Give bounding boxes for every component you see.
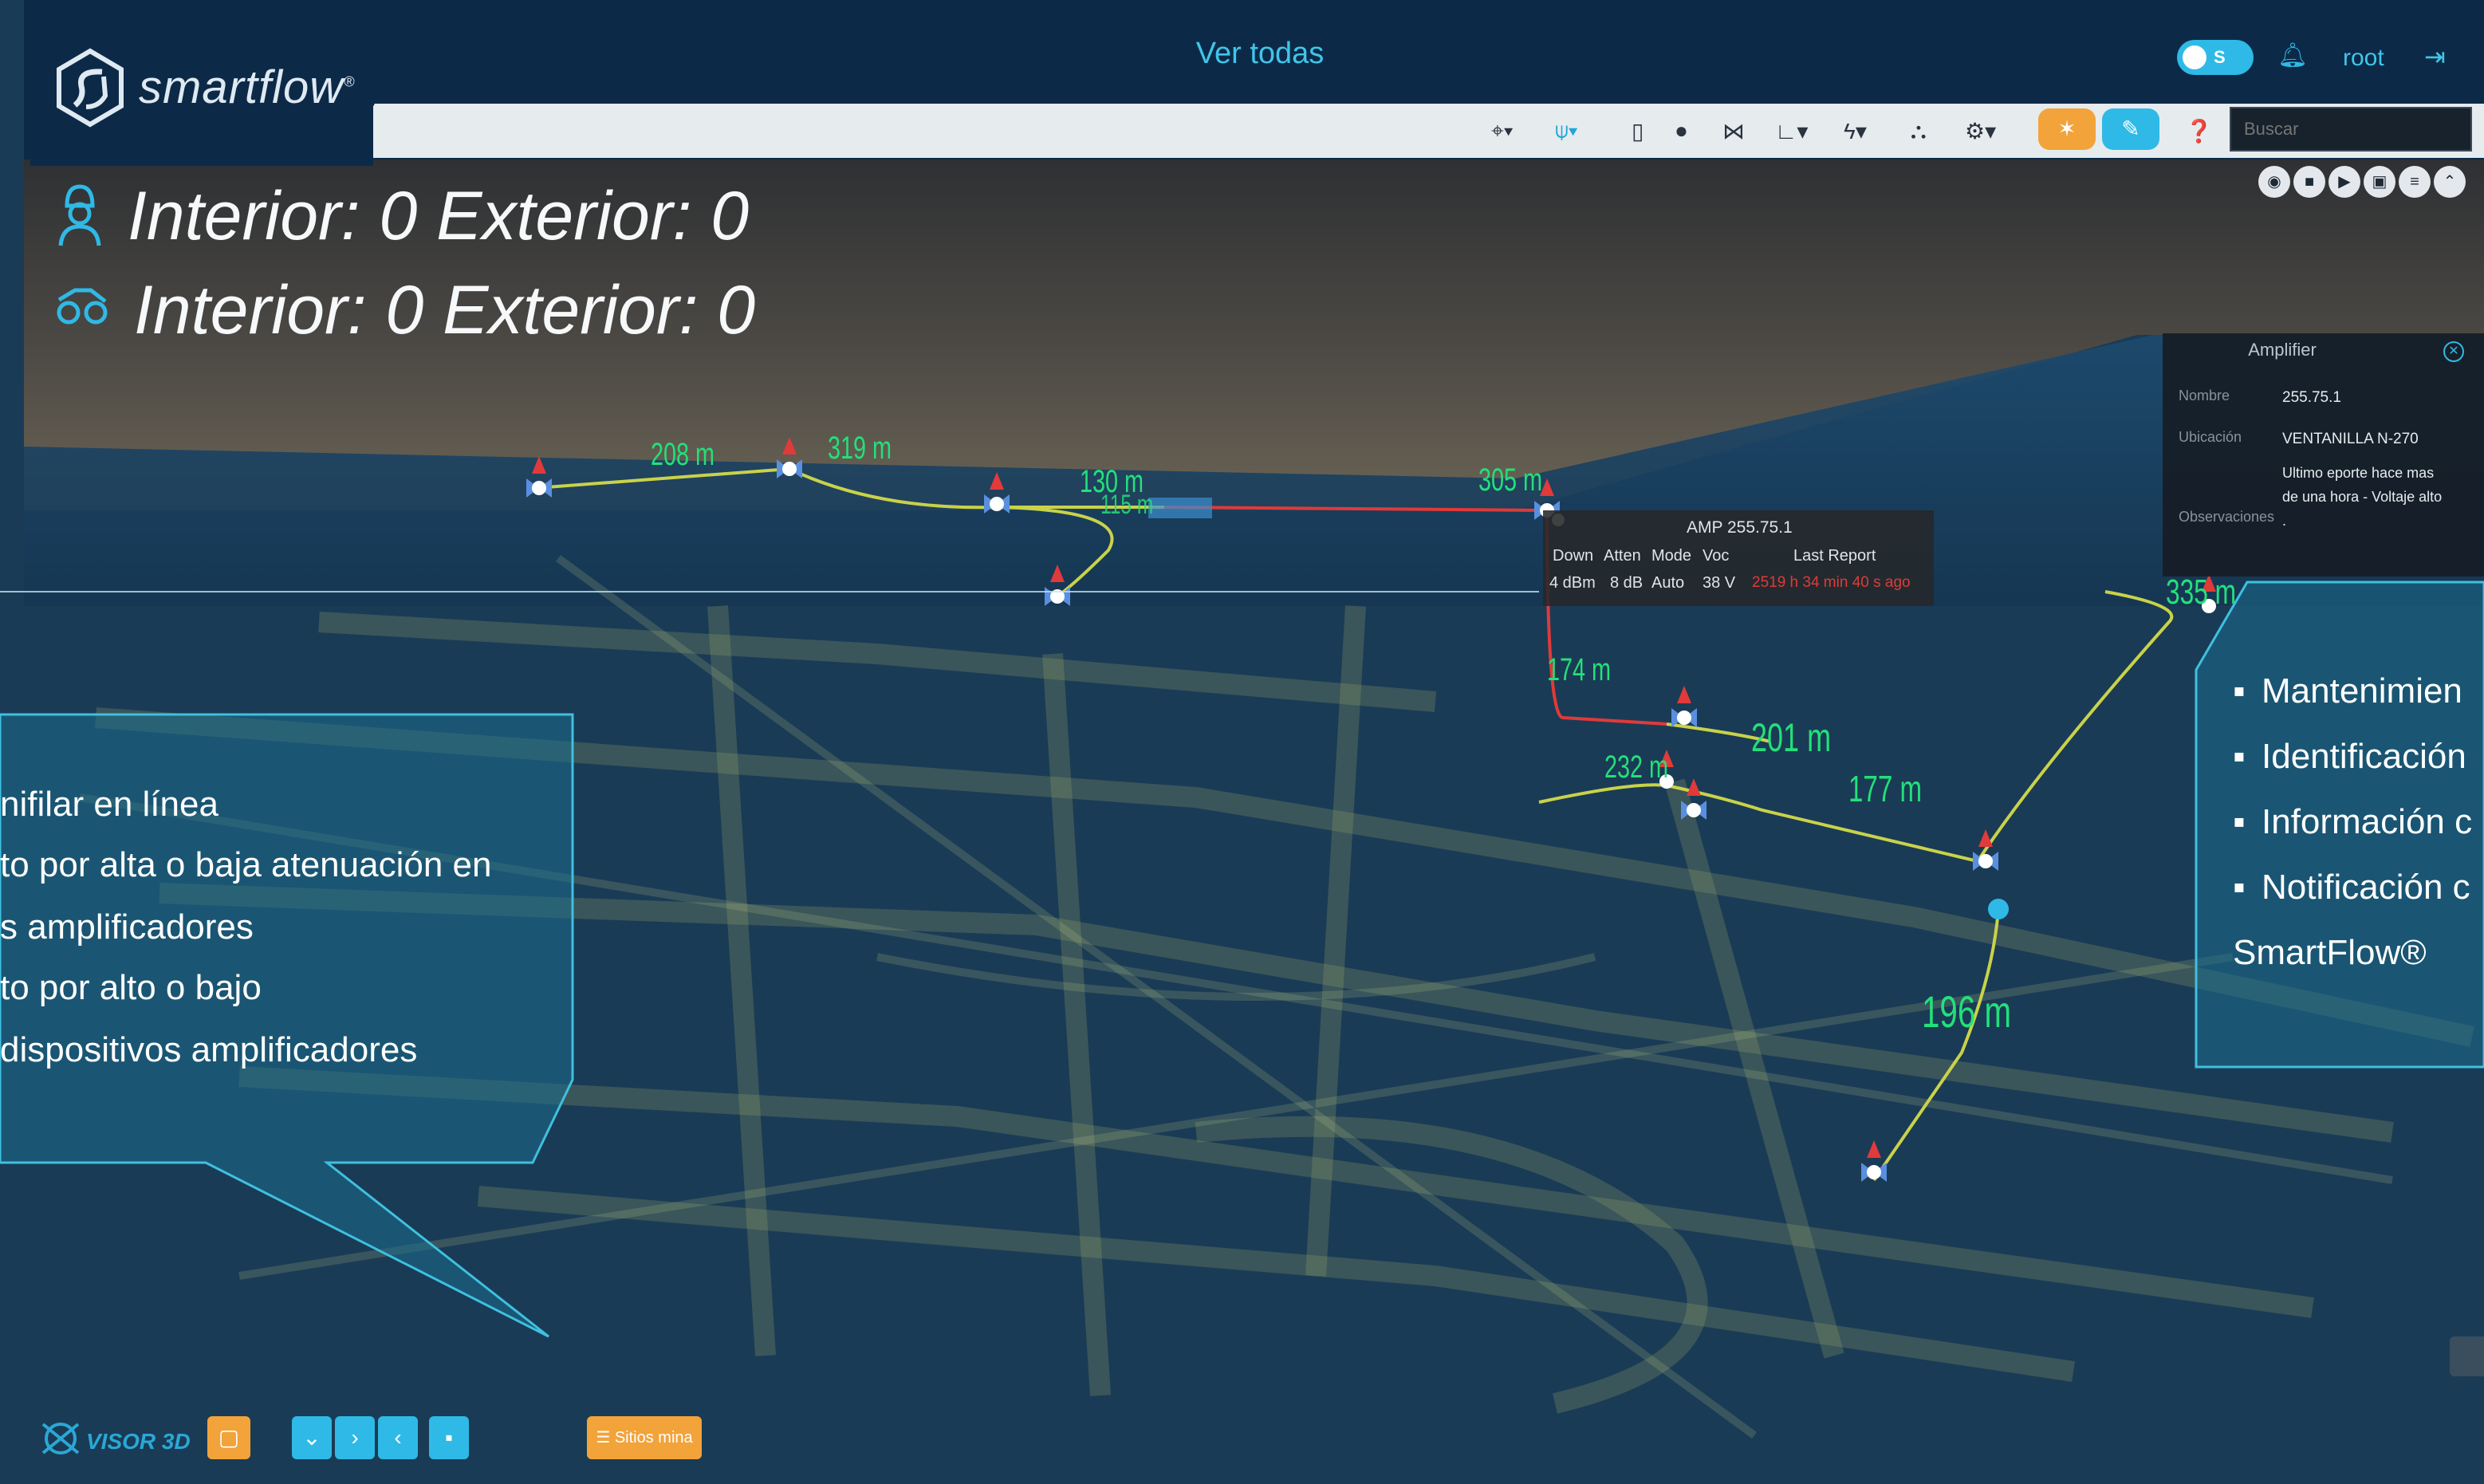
brand-name: smartflow® (139, 61, 355, 114)
antenna-icon[interactable]: ⍦▾ (1555, 118, 1578, 144)
distance-label: 177 m (1848, 768, 1923, 809)
right-bullet: Notificación c (2262, 868, 2470, 907)
right-bullet-marker: ▪ (2233, 671, 2246, 711)
right-bullet: Mantenimien (2262, 671, 2462, 711)
marker-icon[interactable]: ● (1675, 118, 1688, 144)
distance-label: 319 m (828, 431, 892, 466)
device-icon[interactable]: ▯ (1632, 118, 1644, 144)
obs-line: . (2282, 513, 2287, 529)
callout-line: dispositivos amplificadores (0, 1030, 418, 1069)
view-all-title[interactable]: Ver todas (1116, 37, 1403, 71)
list-circle-icon[interactable]: ≡ (2399, 166, 2431, 198)
amp-value-ubicacion[interactable]: VENTANILLA N-270 (2282, 431, 2419, 448)
hierarchy-icon[interactable]: ⛬ (1911, 118, 1927, 144)
location-pin-icon[interactable]: ⌖▾ (1491, 118, 1514, 144)
popup-value-voc: 38 V (1703, 574, 1736, 592)
amp-label-observaciones: Observaciones (2179, 509, 2275, 525)
person-action-button[interactable]: ✶ (2038, 108, 2096, 150)
download-button[interactable]: ⌄ (292, 1416, 332, 1459)
vehicle-icon (57, 288, 108, 325)
brand-name-text: smartflow (139, 61, 344, 113)
right-bullet: Identificación (2262, 737, 2466, 776)
distance-label: 201 m (1751, 715, 1832, 760)
amp-status-popup: AMP 255.75.1 Down Atten Mode Voc Last Re… (1543, 510, 1934, 606)
popup-value-last-report: 2519 h 34 min 40 s ago (1752, 574, 1911, 591)
map-toolbar (343, 104, 2484, 158)
user-name[interactable]: root (2343, 45, 2384, 72)
next-button[interactable]: › (335, 1416, 375, 1459)
popup-title: AMP 255.75.1 (1687, 518, 1793, 537)
amplifier-panel: Amplifier ✕ Nombre 255.75.1 Ubicación VE… (2163, 333, 2484, 577)
right-bullet-marker: ▪ (2233, 802, 2246, 841)
distance-label: 115 m (1100, 490, 1154, 520)
obs-line: de una hora - Voltaje alto (2282, 489, 2443, 505)
distance-label: 174 m (1547, 652, 1612, 687)
right-bullet: Información c (2262, 802, 2473, 841)
settings-icon[interactable]: ⚙▾ (1965, 118, 1996, 144)
amp-label-nombre: Nombre (2179, 388, 2230, 403)
topology-icon[interactable]: ⋈ (1722, 118, 1745, 144)
popup-value-atten: 8 dB (1610, 574, 1644, 592)
help-icon[interactable]: ❓ (2185, 118, 2213, 144)
amplifier-panel-title: Amplifier (2248, 340, 2317, 360)
amp-observaciones-field[interactable]: Ultimo eporte hace mas de una hora - Vol… (2282, 461, 2466, 533)
screen-circle-icon[interactable]: ▣ (2364, 166, 2395, 198)
popup-value-mode: Auto (1651, 574, 1685, 592)
toggle-knob (2183, 45, 2206, 69)
right-callout-footer: SmartFlow® (2233, 933, 2427, 972)
camera-circle-icon[interactable]: ▶ (2329, 166, 2360, 198)
mine-sites-button[interactable]: ☰ Sitios mina (587, 1416, 702, 1459)
edit-button[interactable]: ✎ (2102, 108, 2159, 150)
power-icon[interactable]: ϟ▾ (1844, 118, 1867, 144)
close-icon[interactable]: ✕ (2443, 341, 2464, 362)
popup-header-voc: Voc (1703, 547, 1730, 565)
workers-counter: Interior: 0 Exterior: 0 (128, 178, 750, 254)
distance-label: 305 m (1478, 463, 1543, 498)
search-input[interactable] (2230, 107, 2472, 152)
prev-button[interactable]: ‹ (378, 1416, 418, 1459)
right-bullet-marker: ▪ (2233, 737, 2246, 776)
popup-header-last-report: Last Report (1793, 547, 1876, 565)
right-bullet-marker: ▪ (2233, 868, 2246, 907)
obs-line: Ultimo eporte hace mas (2282, 465, 2435, 481)
callout-line: s amplificadores (0, 907, 254, 947)
save-button[interactable]: ▪ (429, 1416, 469, 1459)
user-circle-icon[interactable]: ◉ (2258, 166, 2290, 198)
route-icon[interactable]: ∟▾ (1775, 118, 1808, 144)
distance-label: 196 m (1922, 986, 2012, 1037)
square-circle-icon[interactable]: ■ (2293, 166, 2325, 198)
popup-header-atten: Atten (1604, 547, 1641, 565)
brand-logo[interactable]: smartflow® (30, 6, 373, 166)
logout-icon[interactable]: ⇥ (2424, 41, 2446, 72)
distance-label: 335 m (2166, 573, 2237, 612)
toggle-label: S (2214, 47, 2226, 67)
callout-line: to por alto o bajo (0, 968, 262, 1007)
stop-button[interactable]: ▢ (207, 1416, 250, 1459)
smartflow-logo-icon (57, 48, 124, 128)
mine-sites-label: Sitios mina (614, 1429, 693, 1447)
vehicles-counter: Interior: 0 Exterior: 0 (134, 272, 756, 348)
distance-label: 208 m (651, 437, 715, 472)
distance-label: 232 m (1604, 750, 1669, 785)
amp-value-nombre[interactable]: 255.75.1 (2282, 389, 2341, 407)
worker-icon (58, 184, 101, 246)
visor-3d-icon (41, 1423, 80, 1454)
callout-line: to por alta o baja atenuación en (0, 845, 492, 884)
notifications-bell-icon[interactable]: 🔔︎ (2277, 41, 2308, 69)
side-panel-tab[interactable] (2450, 1336, 2484, 1376)
popup-header-mode: Mode (1651, 547, 1692, 565)
visor-3d-label: VISOR 3D (86, 1429, 191, 1454)
collapse-circle-icon[interactable]: ⌃ (2434, 166, 2466, 198)
visor-3d-screen: smartflow® Ver todas S 🔔︎ root ⇥ ⌖▾ ⍦▾ ▯… (0, 0, 2484, 1484)
brand-registered-mark: ® (344, 73, 356, 90)
popup-value-down: 4 dBm (1549, 574, 1596, 592)
mode-toggle[interactable]: S (2177, 40, 2254, 75)
amp-label-ubicacion: Ubicación (2179, 429, 2242, 445)
popup-header-down: Down (1553, 547, 1594, 565)
callout-line: nifilar en línea (0, 785, 218, 824)
